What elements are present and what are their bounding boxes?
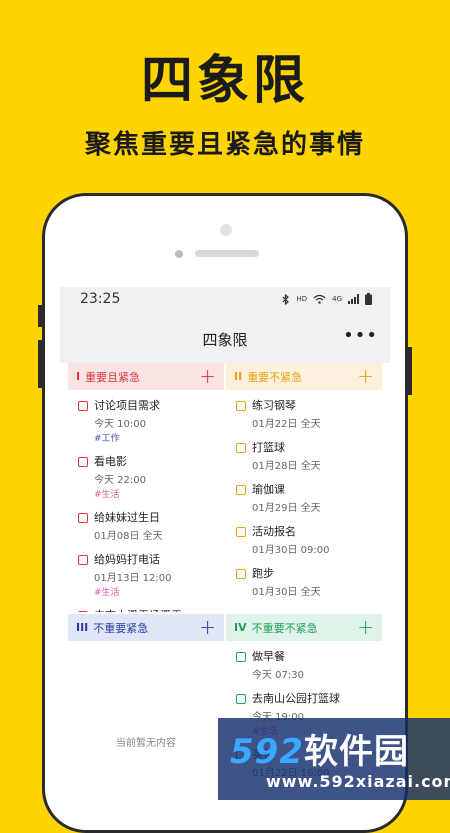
bluetooth-icon xyxy=(283,293,290,305)
phone-side-button xyxy=(38,305,42,327)
task-title: 去南山滑雪场滑雪 xyxy=(94,608,224,612)
task-item[interactable]: 活动报名 01月30日 09:00 xyxy=(226,524,382,558)
quadrant-header: I 重要且紧急 + xyxy=(68,363,224,390)
quadrant-roman: II xyxy=(234,370,243,383)
task-item[interactable]: 给妈妈打电话 01月13日 12:00 #生活 xyxy=(68,552,224,600)
quadrant-label: 重要且紧急 xyxy=(85,370,141,384)
task-title: 给妹妹过生日 xyxy=(94,511,160,524)
quadrant-label: 重要不紧急 xyxy=(247,370,303,384)
task-title: 活动报名 xyxy=(252,525,296,538)
task-title: 瑜伽课 xyxy=(252,483,285,496)
page-title: 四象限 xyxy=(202,331,248,349)
more-options-button[interactable]: ••• xyxy=(343,325,378,346)
task-time: 今天 07:30 xyxy=(252,670,304,681)
task-title: 讨论项目需求 xyxy=(94,399,160,412)
front-camera xyxy=(175,250,183,258)
task-time: 01月22日 全天 xyxy=(252,419,321,430)
task-time: 01月28日 全天 xyxy=(252,461,321,472)
phone-side-button xyxy=(38,340,42,388)
battery-icon xyxy=(365,293,372,305)
task-title: 去南山公园打篮球 xyxy=(252,692,340,705)
task-item[interactable]: 打篮球 01月28日 全天 xyxy=(226,440,382,474)
task-tag: #生活 xyxy=(94,588,120,598)
quadrant-roman: I xyxy=(76,370,81,383)
task-time: 今天 22:00 xyxy=(94,475,146,486)
quadrant-roman: IV xyxy=(234,621,247,634)
task-item[interactable]: 去南山滑雪场滑雪 xyxy=(68,608,224,612)
hero-title: 四象限 xyxy=(140,51,309,111)
empty-state-text: 当前暂无内容 xyxy=(116,738,176,749)
quadrant-header: II 重要不紧急 + xyxy=(226,363,382,390)
task-time: 01月30日 09:00 xyxy=(252,545,330,556)
task-checkbox[interactable] xyxy=(236,527,246,537)
task-item[interactable]: 跑步 01月30日 全天 xyxy=(226,566,382,600)
task-title: 做早餐 xyxy=(252,650,285,663)
quadrant-header: III 不重要紧急 + xyxy=(68,614,224,641)
task-item[interactable]: 练习钢琴 01月22日 全天 xyxy=(226,398,382,432)
4g-icon: 4G xyxy=(332,295,342,303)
phone-side-button xyxy=(408,347,412,395)
task-title: 打篮球 xyxy=(252,441,285,454)
task-item[interactable]: 做早餐今天 07:30 xyxy=(226,649,382,683)
task-checkbox[interactable] xyxy=(78,611,88,612)
task-checkbox[interactable] xyxy=(236,652,246,662)
wifi-icon xyxy=(313,294,326,304)
task-checkbox[interactable] xyxy=(236,694,246,704)
status-bar: 23:25 HD 4G xyxy=(60,287,390,313)
task-time: 01月13日 12:00 xyxy=(94,573,172,584)
task-checkbox[interactable] xyxy=(236,485,246,495)
task-time: 01月30日 全天 xyxy=(252,587,321,598)
watermark-url: www.592xiazai.com xyxy=(266,772,450,791)
hero-subtitle: 聚焦重要且紧急的事情 xyxy=(84,130,365,160)
add-task-button[interactable]: + xyxy=(199,364,216,388)
watermark-number: 592 xyxy=(230,732,304,772)
task-checkbox[interactable] xyxy=(236,569,246,579)
task-item[interactable]: 给妹妹过生日 01月08日 全天 xyxy=(68,510,224,544)
task-title: 跑步 xyxy=(252,567,274,580)
watermark-logo: 592软件园 www.592xiazai.com xyxy=(218,718,450,800)
quadrant-3: III 不重要紧急 + 当前暂无内容 xyxy=(68,614,224,800)
quadrant-roman: III xyxy=(76,621,89,634)
task-checkbox[interactable] xyxy=(78,401,88,411)
task-time: 今天 10:00 xyxy=(94,419,146,430)
signal-icon xyxy=(348,294,359,304)
quadrant-1: I 重要且紧急 + 讨论项目需求 今天 10:00 #工作 看电影 今天 22:00 #生活 给妹… xyxy=(68,363,224,612)
quadrant-2: II 重要不紧急 + 练习钢琴 01月22日 全天 打篮球 01月28日 全天 瑜伽课 01月2… xyxy=(226,363,382,612)
task-tag: #工作 xyxy=(94,434,120,444)
add-task-button[interactable]: + xyxy=(357,364,374,388)
task-time: 01月29日 全天 xyxy=(252,503,321,514)
earpiece-speaker xyxy=(195,250,259,257)
task-tag: #生活 xyxy=(94,490,120,500)
task-title: 看电影 xyxy=(94,455,127,468)
task-checkbox[interactable] xyxy=(236,443,246,453)
quadrant-header: IV 不重要不紧急 + xyxy=(226,614,382,641)
task-item[interactable]: 讨论项目需求 今天 10:00 #工作 xyxy=(68,398,224,446)
hd-icon: HD xyxy=(296,295,308,303)
task-title: 给妈妈打电话 xyxy=(94,553,160,566)
add-task-button[interactable]: + xyxy=(199,615,216,639)
status-time: 23:25 xyxy=(80,291,121,307)
app-bar: 四象限 ••• xyxy=(60,313,390,363)
watermark-cn: 软件园 xyxy=(303,732,409,772)
quadrant-label: 不重要不紧急 xyxy=(251,621,318,635)
quadrant-label: 不重要紧急 xyxy=(93,621,149,635)
task-checkbox[interactable] xyxy=(236,401,246,411)
task-checkbox[interactable] xyxy=(78,513,88,523)
task-item[interactable]: 瑜伽课 01月29日 全天 xyxy=(226,482,382,516)
task-time: 01月08日 全天 xyxy=(94,531,163,542)
task-checkbox[interactable] xyxy=(78,457,88,467)
task-item[interactable]: 看电影今天 22:00 #生活 xyxy=(68,454,224,502)
add-task-button[interactable]: + xyxy=(357,615,374,639)
task-checkbox[interactable] xyxy=(78,555,88,565)
task-title: 练习钢琴 xyxy=(252,399,296,412)
watermark-title: 592软件园 xyxy=(230,724,409,773)
status-icons: HD 4G xyxy=(282,293,372,305)
front-sensor xyxy=(220,224,232,236)
